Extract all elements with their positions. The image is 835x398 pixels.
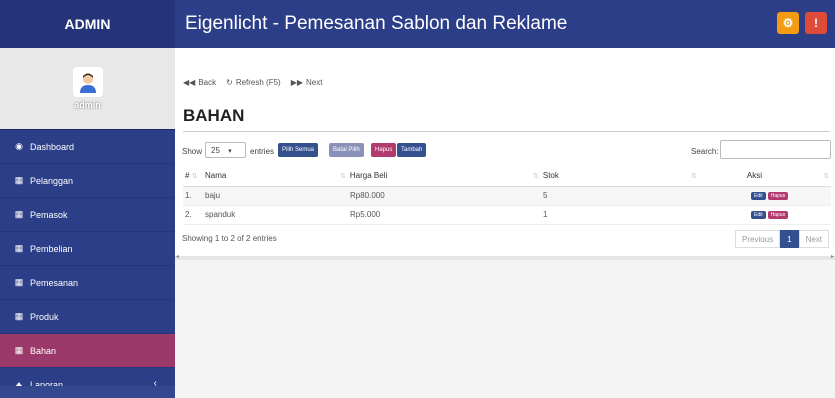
table-icon: ▦ <box>14 277 24 287</box>
show-label: Show <box>182 147 203 156</box>
user-panel: admin <box>0 48 175 130</box>
cell-stok: 5 <box>533 186 691 206</box>
pagination-next[interactable]: Next <box>798 230 830 248</box>
page-title: BAHAN <box>183 106 245 125</box>
cell-stok: 1 <box>533 205 691 225</box>
sort-icon: ⇅ <box>191 173 198 181</box>
cell-nama: spanduk <box>205 205 340 225</box>
col-header-nama[interactable]: Nama <box>205 166 340 187</box>
delete-row-button[interactable]: Hapus <box>767 191 789 200</box>
col-header-stok[interactable]: ⇅ Stok <box>533 166 691 187</box>
sidebar-item-pembelian[interactable]: ▦ Pembelian <box>0 232 175 266</box>
sidebar-item-label: Dashboard <box>30 141 75 152</box>
refresh-link[interactable]: ↻ Refresh (F5) <box>226 78 281 87</box>
horizontal-scrollbar[interactable]: ◂ ▸ <box>175 253 835 260</box>
pagination-previous[interactable]: Previous <box>735 230 781 248</box>
double-left-arrow-icon: ◀◀ <box>183 78 196 87</box>
cell-no: 2. <box>183 205 205 225</box>
table-row[interactable]: 1. baju Rp80.000 5 Edit Hapus <box>183 186 831 206</box>
table-info: Showing 1 to 2 of 2 entries <box>182 234 277 243</box>
bahan-table: # ⇅ Nama ⇅ Harga Beli ⇅ Stok ⇅ Aksi ⇅ 1. baj… <box>183 166 831 225</box>
gear-icon: ⚙ <box>782 16 794 30</box>
cell-aksi: Edit Hapus <box>691 205 831 225</box>
table-icon: ▦ <box>14 175 24 185</box>
app-title: Eigenlicht - Pemesanan Sablon dan Reklam… <box>185 13 568 34</box>
table-icon: ▦ <box>14 345 24 355</box>
sidebar-item-label: Pemesanan <box>30 277 79 288</box>
avatar <box>72 67 103 97</box>
pagination: Previous 1 Next <box>735 230 830 248</box>
chevron-down-icon: ▾ <box>228 148 232 155</box>
sidebar-item-pemasok[interactable]: ▦ Pemasok <box>0 198 175 232</box>
next-link[interactable]: ▶▶ Next <box>291 78 323 87</box>
user-name: admin <box>74 100 101 110</box>
sidebar-item-label: Pemasok <box>30 209 68 220</box>
table-row[interactable]: 2. spanduk Rp5.000 1 Edit Hapus <box>183 205 831 225</box>
cell-aksi: Edit Hapus <box>691 186 831 206</box>
entries-label: entries <box>250 147 275 156</box>
table-header-row: # ⇅ Nama ⇅ Harga Beli ⇅ Stok ⇅ Aksi ⇅ <box>183 166 831 187</box>
table-icon: ▦ <box>14 209 24 219</box>
settings-button[interactable]: ⚙ <box>777 12 799 34</box>
sidebar-item-label: Produk <box>30 311 59 322</box>
search-label: Search: <box>691 147 719 156</box>
entries-select[interactable]: 25 ▾ <box>205 142 246 158</box>
divider <box>183 131 830 132</box>
page-nav: ◀◀ Back ↻ Refresh (F5) ▶▶ Next <box>183 78 322 87</box>
brand-logo[interactable]: ADMIN <box>0 0 175 48</box>
sidebar-item-pelanggan[interactable]: ▦ Pelanggan <box>0 164 175 198</box>
cell-harga: Rp5.000 <box>340 205 533 225</box>
content-box: ◀◀ Back ↻ Refresh (F5) ▶▶ Next BAHAN Sho… <box>175 48 835 260</box>
pagination-page[interactable]: 1 <box>780 230 799 248</box>
sort-icon: ⇅ <box>340 173 346 181</box>
edit-button[interactable]: Edit <box>751 191 766 200</box>
col-header-harga[interactable]: ⇅ Harga Beli <box>340 166 533 187</box>
top-navbar: ADMIN Eigenlicht - Pemesanan Sablon dan … <box>0 0 835 48</box>
cell-harga: Rp80.000 <box>340 186 533 206</box>
sidebar: admin ◉ Dashboard ▦ Pelanggan ▦ Pemasok … <box>0 48 175 398</box>
sort-icon: ⇅ <box>533 173 539 181</box>
back-link[interactable]: ◀◀ Back <box>183 78 216 87</box>
scroll-left-icon[interactable]: ◂ <box>176 253 179 260</box>
double-right-arrow-icon: ▶▶ <box>290 78 304 87</box>
sidebar-item-dashboard[interactable]: ◉ Dashboard <box>0 130 175 164</box>
delete-button[interactable]: Hapus <box>371 143 397 157</box>
sidebar-footer <box>0 386 175 398</box>
alert-button[interactable]: ! <box>805 12 827 34</box>
sidebar-item-produk[interactable]: ▦ Produk <box>0 300 175 334</box>
sort-icon: ⇅ <box>691 173 697 181</box>
sidebar-item-bahan[interactable]: ▦ Bahan <box>0 334 175 368</box>
sidebar-item-label: Pembelian <box>30 243 73 254</box>
table-icon: ▦ <box>14 243 24 253</box>
search-input[interactable] <box>720 140 831 159</box>
sidebar-item-pemesanan[interactable]: ▦ Pemesanan <box>0 266 175 300</box>
col-header-no[interactable]: # ⇅ <box>183 166 205 187</box>
add-button[interactable]: Tambah <box>397 143 427 157</box>
edit-button[interactable]: Edit <box>751 210 766 219</box>
deselect-button[interactable]: Batal Pilih <box>329 143 364 157</box>
dashboard-icon: ◉ <box>15 141 23 151</box>
sort-icon: ⇅ <box>823 173 829 180</box>
content-area: ◀◀ Back ↻ Refresh (F5) ▶▶ Next BAHAN Sho… <box>175 48 835 398</box>
cell-no: 1. <box>183 186 205 206</box>
scroll-right-icon[interactable]: ▸ <box>831 253 834 260</box>
delete-row-button[interactable]: Hapus <box>767 210 789 219</box>
table-controls: Show 25 ▾ entries Pilih Semua Batal Pili… <box>175 140 835 164</box>
select-all-button[interactable]: Pilih Semua <box>278 143 319 157</box>
col-header-aksi[interactable]: ⇅ Aksi ⇅ <box>691 166 831 187</box>
refresh-icon: ↻ <box>226 78 233 87</box>
cell-nama: baju <box>205 186 340 206</box>
sidebar-item-label: Pelanggan <box>30 175 74 186</box>
exclamation-icon: ! <box>814 16 818 30</box>
sidebar-item-label: Bahan <box>30 345 57 356</box>
table-icon: ▦ <box>14 311 24 321</box>
user-avatar-icon <box>79 73 96 93</box>
